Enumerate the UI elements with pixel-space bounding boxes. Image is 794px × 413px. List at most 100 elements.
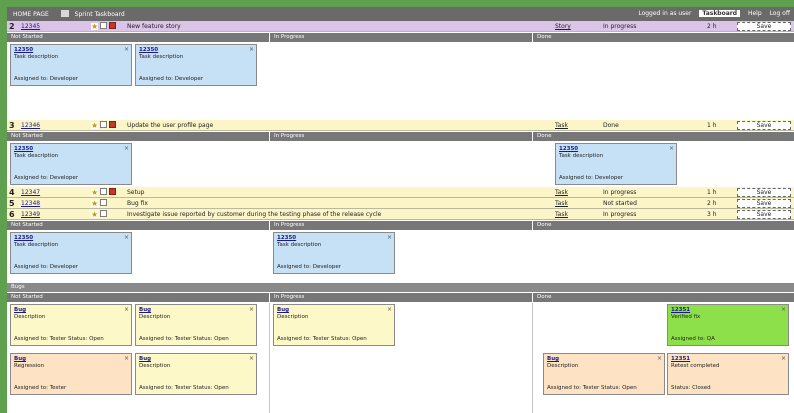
task-card[interactable]: 12350 × Task description Assigned to: De… bbox=[555, 143, 677, 185]
edit-icon[interactable] bbox=[100, 188, 107, 195]
star-icon[interactable]: ★ bbox=[91, 211, 98, 219]
edit-icon[interactable] bbox=[100, 121, 107, 128]
task-row[interactable]: 6 12349 ★ Investigate issue reported by … bbox=[7, 209, 794, 220]
row-number: 4 bbox=[9, 188, 15, 197]
close-icon[interactable]: × bbox=[249, 306, 254, 313]
save-button[interactable]: Save bbox=[737, 121, 791, 130]
close-icon[interactable]: × bbox=[124, 46, 129, 53]
task-type[interactable]: Task bbox=[555, 122, 568, 129]
story-row[interactable]: 2 12345 ★ New feature story Story In pro… bbox=[7, 21, 794, 32]
save-button[interactable]: Save bbox=[737, 210, 791, 219]
card-description: Task description bbox=[14, 242, 59, 248]
home-link[interactable]: HOME PAGE bbox=[13, 11, 49, 18]
bug-card-regression[interactable]: Bug × Regression Assigned to: Tester bbox=[10, 353, 132, 395]
flag-icon[interactable] bbox=[109, 121, 116, 128]
col-not-started: Not Started bbox=[7, 132, 269, 141]
close-icon[interactable]: × bbox=[669, 145, 674, 152]
bug-card-regression[interactable]: Bug × Description Assigned to: Tester St… bbox=[543, 353, 665, 395]
bug-card[interactable]: Bug × Description Assigned to: Tester St… bbox=[135, 304, 257, 346]
card-title[interactable]: Bug bbox=[547, 356, 661, 363]
task-card[interactable]: 12350 × Task description Assigned to: De… bbox=[273, 232, 395, 274]
row-icons: ★ bbox=[91, 22, 118, 31]
card-assignee: Assigned to: Tester Status: Open bbox=[139, 385, 229, 391]
task-id-link[interactable]: 12349 bbox=[21, 211, 40, 218]
close-icon[interactable]: × bbox=[124, 306, 129, 313]
star-icon[interactable]: ★ bbox=[91, 122, 98, 130]
task-row[interactable]: 5 12348 ★ Bug fix Task Not started 2 h S… bbox=[7, 198, 794, 209]
bug-card[interactable]: Bug × Description Assigned to: Tester St… bbox=[10, 304, 132, 346]
task-row[interactable]: 3 12346 ★ Update the user profile page T… bbox=[7, 120, 794, 131]
bug-card[interactable]: Bug × Description Assigned to: Tester St… bbox=[273, 304, 395, 346]
card-title[interactable]: Bug bbox=[277, 307, 391, 314]
story-type[interactable]: Story bbox=[555, 23, 571, 30]
close-icon[interactable]: × bbox=[124, 145, 129, 152]
card-description: Task description bbox=[14, 54, 59, 60]
task-row[interactable]: 4 12347 ★ Setup Task In progress 1 h Sav… bbox=[7, 187, 794, 198]
flag-icon[interactable] bbox=[109, 22, 116, 29]
bug-card[interactable]: Bug × Description Assigned to: Tester St… bbox=[135, 353, 257, 395]
save-button[interactable]: Save bbox=[737, 22, 791, 31]
logoff-link[interactable]: Log off bbox=[770, 10, 790, 17]
card-id-link[interactable]: 12351 bbox=[671, 356, 785, 363]
card-id-link[interactable]: 12350 bbox=[559, 146, 673, 153]
card-assignee: Assigned to: Developer bbox=[14, 264, 79, 270]
card-description: Description bbox=[139, 363, 171, 369]
close-icon[interactable]: × bbox=[249, 46, 254, 53]
card-id-link[interactable]: 12350 bbox=[139, 47, 253, 54]
board-icon bbox=[60, 10, 69, 17]
board-name: Sprint Taskboard bbox=[74, 11, 125, 18]
star-icon[interactable]: ★ bbox=[91, 23, 98, 31]
col-not-started: Not Started bbox=[7, 221, 269, 230]
edit-icon[interactable] bbox=[100, 22, 107, 29]
close-icon[interactable]: × bbox=[387, 306, 392, 313]
taskboard-link[interactable]: Taskboard bbox=[699, 10, 741, 17]
col-done: Done bbox=[533, 132, 794, 141]
task-id-link[interactable]: 12348 bbox=[21, 200, 40, 207]
bug-card-closed[interactable]: 12351 × Retest completed Status: Closed bbox=[667, 353, 789, 395]
close-icon[interactable]: × bbox=[387, 234, 392, 241]
card-description: Task description bbox=[559, 153, 604, 159]
task-card[interactable]: 12350 × Task description Assigned to: De… bbox=[10, 44, 132, 86]
story-id-link[interactable]: 12345 bbox=[21, 23, 40, 30]
card-id-link[interactable]: 12350 bbox=[14, 235, 128, 242]
col-done: Done bbox=[533, 293, 794, 302]
card-id-link[interactable]: 12350 bbox=[277, 235, 391, 242]
close-icon[interactable]: × bbox=[124, 355, 129, 362]
task-type[interactable]: Task bbox=[555, 211, 568, 218]
card-assignee: Assigned to: Tester Status: Open bbox=[14, 336, 104, 342]
close-icon[interactable]: × bbox=[124, 234, 129, 241]
task-card[interactable]: 12350 × Task description Assigned to: De… bbox=[10, 143, 132, 185]
edit-icon[interactable] bbox=[100, 210, 107, 217]
card-id-link[interactable]: 12350 bbox=[14, 146, 128, 153]
flag-icon[interactable] bbox=[109, 188, 116, 195]
card-description: Description bbox=[547, 363, 579, 369]
card-description: Retest completed bbox=[671, 363, 720, 369]
bug-card-verified[interactable]: 12351 × Verified fix Assigned to: QA bbox=[667, 304, 789, 346]
col-in-progress: In Progress bbox=[270, 293, 532, 302]
task-card[interactable]: 12350 × Task description Assigned to: De… bbox=[135, 44, 257, 86]
card-title[interactable]: Bug bbox=[139, 356, 253, 363]
task-type[interactable]: Task bbox=[555, 189, 568, 196]
star-icon[interactable]: ★ bbox=[91, 200, 98, 208]
star-icon[interactable]: ★ bbox=[91, 189, 98, 197]
save-button[interactable]: Save bbox=[737, 199, 791, 208]
help-link[interactable]: Help bbox=[748, 10, 762, 17]
task-id-link[interactable]: 12347 bbox=[21, 189, 40, 196]
close-icon[interactable]: × bbox=[781, 355, 786, 362]
task-type[interactable]: Task bbox=[555, 200, 568, 207]
card-title[interactable]: Bug bbox=[14, 307, 128, 314]
card-description: Task description bbox=[277, 242, 322, 248]
col-not-started: Not Started bbox=[7, 293, 269, 302]
card-title[interactable]: Bug bbox=[14, 356, 128, 363]
card-title[interactable]: Bug bbox=[139, 307, 253, 314]
close-icon[interactable]: × bbox=[657, 355, 662, 362]
task-id-link[interactable]: 12346 bbox=[21, 122, 40, 129]
close-icon[interactable]: × bbox=[249, 355, 254, 362]
card-assignee: Assigned to: Tester Status: Open bbox=[277, 336, 367, 342]
card-id-link[interactable]: 12350 bbox=[14, 47, 128, 54]
save-button[interactable]: Save bbox=[737, 188, 791, 197]
card-id-link[interactable]: 12351 bbox=[671, 307, 785, 314]
task-card[interactable]: 12350 × Task description Assigned to: De… bbox=[10, 232, 132, 274]
edit-icon[interactable] bbox=[100, 199, 107, 206]
close-icon[interactable]: × bbox=[781, 306, 786, 313]
